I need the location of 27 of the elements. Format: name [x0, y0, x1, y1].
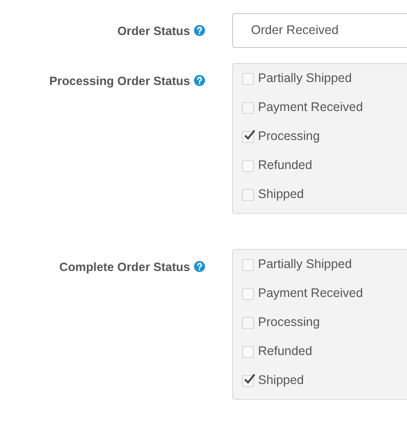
- checkbox[interactable]: [242, 288, 254, 300]
- order-status-field[interactable]: Order Received: [232, 13, 407, 48]
- field-label: Order Status: [117, 22, 190, 40]
- field-label: Complete Order Status: [59, 258, 190, 276]
- checkbox[interactable]: [242, 188, 254, 200]
- option-label: Payment Received: [258, 99, 363, 116]
- option-label: Refunded: [258, 343, 312, 360]
- help-icon: [194, 261, 205, 272]
- option-label: Payment Received: [258, 285, 363, 302]
- checkbox[interactable]: [242, 160, 254, 172]
- checkbox[interactable]: [242, 346, 254, 358]
- option-label: Shipped: [258, 186, 304, 204]
- help-icon: [194, 25, 205, 36]
- option-label: Shipped: [258, 372, 304, 390]
- checkbox[interactable]: [242, 130, 254, 142]
- option-label: Refunded: [258, 157, 312, 174]
- field-label: Processing Order Status: [49, 72, 190, 90]
- option-label: Processing: [258, 128, 320, 146]
- option-label: Processing: [258, 314, 320, 332]
- checkbox[interactable]: [242, 374, 254, 386]
- option-label: Partially Shipped: [258, 70, 352, 88]
- checkbox[interactable]: [242, 316, 254, 328]
- help-icon: [194, 75, 205, 86]
- option-label: Partially Shipped: [258, 256, 352, 274]
- checkbox[interactable]: [242, 258, 254, 270]
- checkbox[interactable]: [242, 102, 254, 114]
- checkbox[interactable]: [242, 72, 254, 84]
